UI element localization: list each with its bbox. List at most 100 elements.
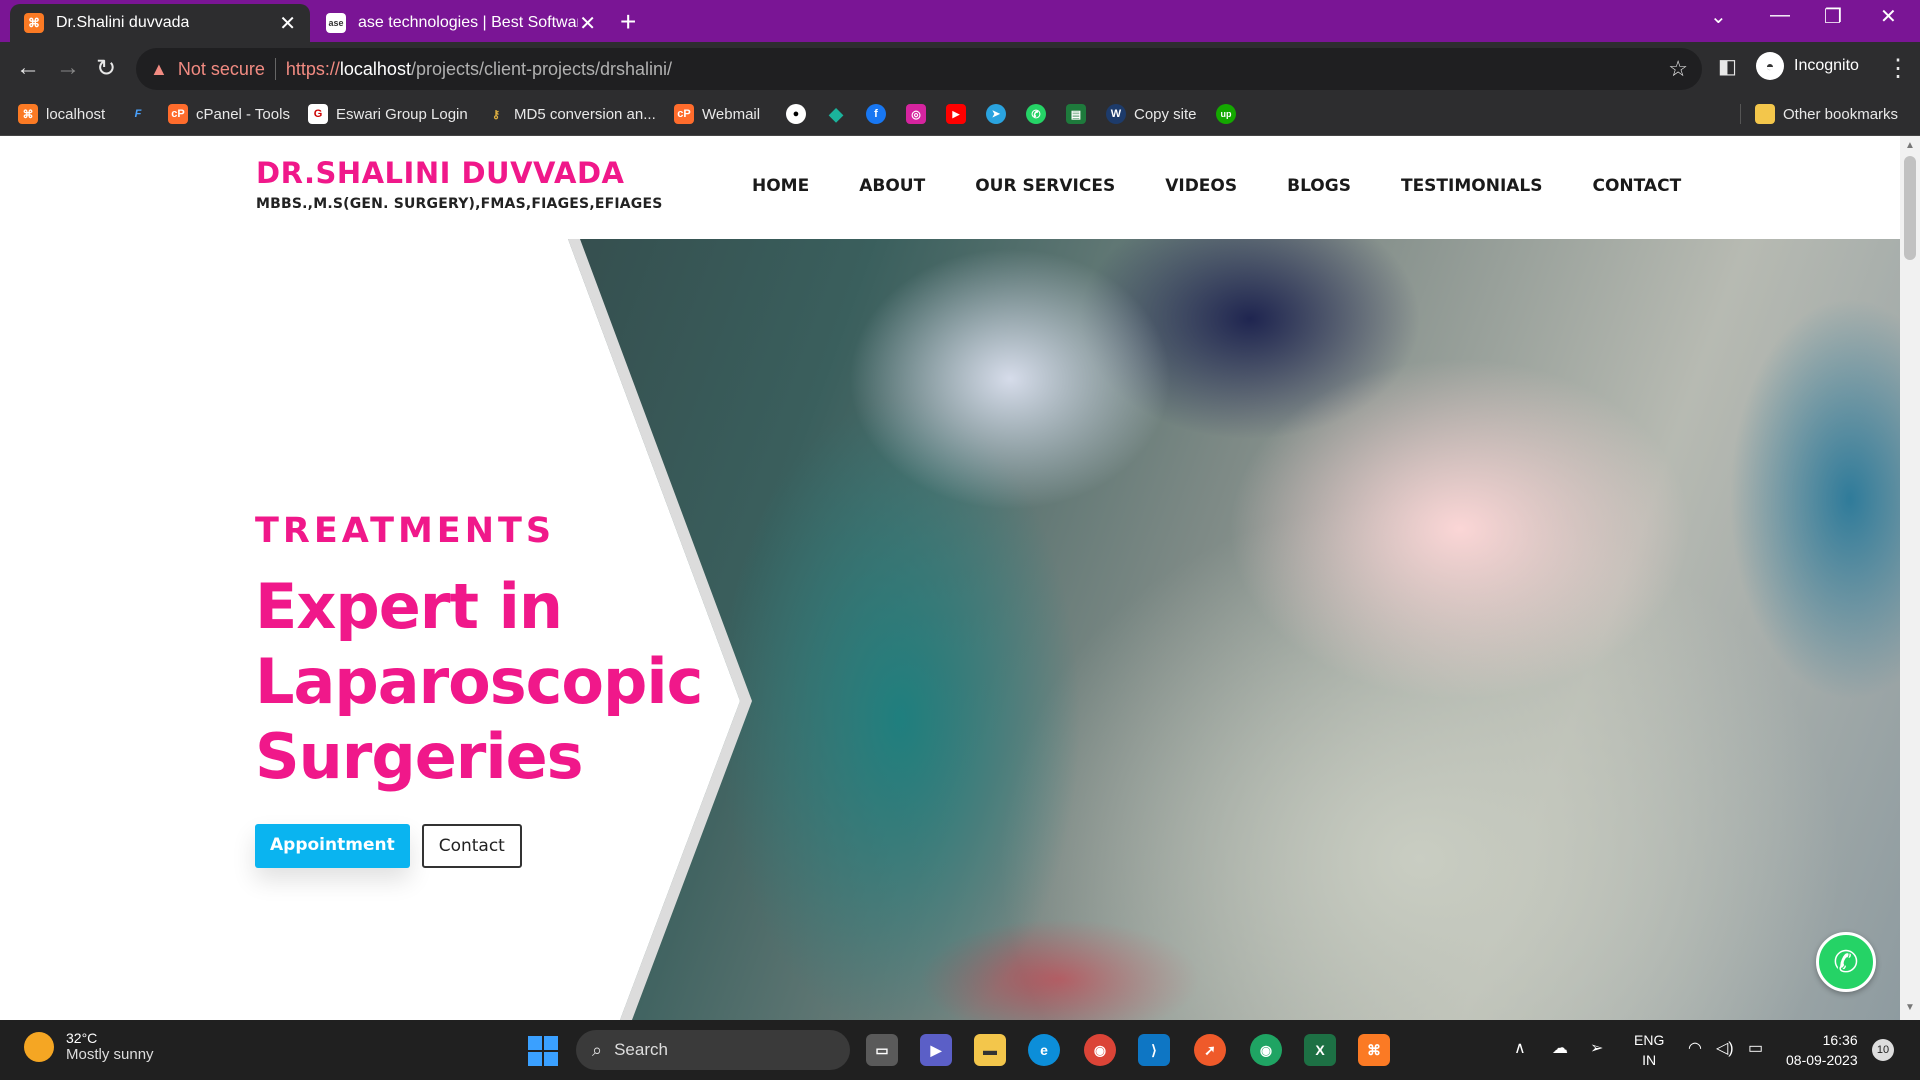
security-label[interactable]: Not secure [178,59,265,80]
nav-contact[interactable]: CONTACT [1593,176,1682,196]
cpanel-icon: cP [168,104,188,124]
nav-home[interactable]: HOME [752,176,809,196]
search-label: Search [614,1040,668,1059]
reload-icon[interactable]: ↻ [96,54,116,83]
task-view-icon[interactable]: ▭ [866,1034,898,1066]
bookmark-label: MD5 conversion an... [514,105,656,123]
tab-strip: ⌘ Dr.Shalini duvvada ✕ ase ase technolog… [0,0,1920,42]
whatsapp-chat-button[interactable]: ✆ [1816,932,1876,992]
menu-icon[interactable]: ⋮ [1886,54,1910,83]
bookmark-sheet[interactable]: ▤ [1066,104,1094,124]
tab-dr-shalini[interactable]: ⌘ Dr.Shalini duvvada ✕ [10,4,310,42]
bookmark-telegram[interactable]: ➤ [986,104,1014,124]
bookmark-facebook[interactable]: f [866,104,894,124]
taskbar-search[interactable]: ⌕ Search [576,1030,850,1070]
edge-icon[interactable]: e [1028,1034,1060,1066]
bookmark-label: Copy site [1134,105,1197,123]
instagram-icon: ◎ [906,104,926,124]
xampp-icon[interactable]: ⌘ [1358,1034,1390,1066]
scroll-thumb[interactable] [1904,156,1916,260]
new-tab-button[interactable]: + [620,6,636,38]
bookmark-copy-site[interactable]: W Copy site [1106,104,1197,124]
page-scrollbar[interactable]: ▲ ▼ [1900,136,1920,1020]
f-icon: F [134,108,142,120]
nav-our-services[interactable]: OUR SERVICES [975,176,1115,196]
nav-about[interactable]: ABOUT [859,176,925,196]
bookmark-youtube[interactable]: ▶ [946,104,974,124]
system-clock[interactable]: 16:36 08-09-2023 [1786,1030,1858,1070]
teams-icon[interactable]: ▶ [920,1034,952,1066]
nav-videos[interactable]: VIDEOS [1165,176,1237,196]
file-explorer-icon[interactable]: ▬ [974,1034,1006,1066]
upwork-icon: up [1216,104,1236,124]
bookmark-star-icon[interactable]: ☆ [1668,56,1688,82]
site-logo[interactable]: DR.SHALINI DUVVADA MBBS.,M.S(GEN. SURGER… [256,156,663,212]
close-tab-icon[interactable]: ✕ [579,11,596,36]
page-viewport: DR.SHALINI DUVVADA MBBS.,M.S(GEN. SURGER… [0,136,1900,1020]
incognito-profile[interactable]: ◓ Incognito [1756,52,1859,80]
bookmark-instagram[interactable]: ◎ [906,104,934,124]
weather-widget[interactable]: 32°C Mostly sunny [24,1030,154,1063]
restore-icon[interactable]: ❐ [1824,4,1842,29]
sheet-icon: ▤ [1066,104,1086,124]
headline-line: Surgeries [255,720,584,793]
tab-search-icon[interactable]: ⌄ [1710,4,1727,29]
contact-button[interactable]: Contact [421,824,522,868]
headline-line: Laparoscopic [255,645,703,718]
bookmark-cpanel[interactable]: cP cPanel - Tools [168,104,290,124]
brand-credentials: MBBS.,M.S(GEN. SURGERY),FMAS,FIAGES,EFIA… [256,196,663,212]
onedrive-icon[interactable]: ☁ [1552,1038,1568,1058]
nav-blogs[interactable]: BLOGS [1287,176,1351,196]
location-icon[interactable]: ➢ [1590,1038,1603,1058]
xampp-icon: ⌘ [18,104,38,124]
bookmark-eswari[interactable]: G Eswari Group Login [308,104,468,124]
bookmark-diamond[interactable]: ◆ [826,104,854,124]
wifi-icon[interactable]: ◠ [1688,1038,1702,1058]
other-bookmarks[interactable]: Other bookmarks [1740,104,1898,124]
close-tab-icon[interactable]: ✕ [279,11,296,36]
w-icon: W [1106,104,1126,124]
bookmark-md5[interactable]: ⚷ MD5 conversion an... [486,104,656,124]
url-host: localhost [339,58,411,79]
whatsapp-icon: ✆ [1026,104,1046,124]
forward-icon[interactable]: → [56,54,80,82]
bookmark-f[interactable]: F [128,104,156,124]
bookmark-webmail[interactable]: cP Webmail [674,104,760,124]
show-hidden-icons[interactable]: ∧ [1514,1038,1526,1058]
vscode-icon[interactable]: ⟩ [1138,1034,1170,1066]
bookmark-localhost[interactable]: ⌘ localhost [18,104,105,124]
clock-time: 16:36 [1822,1032,1858,1048]
bookmark-whatsapp[interactable]: ✆ [1026,104,1054,124]
close-window-icon[interactable]: ✕ [1880,4,1897,29]
chrome-profile-icon[interactable]: ◉ [1250,1034,1282,1066]
nav-testimonials[interactable]: TESTIMONIALS [1401,176,1543,196]
bookmark-upwork[interactable]: up [1216,104,1244,124]
bookmark-github[interactable]: ● [786,104,814,124]
address-bar[interactable]: ▲ Not secure https:// localhost /project… [136,48,1702,90]
back-icon[interactable]: ← [16,54,40,82]
chrome-icon[interactable]: ◉ [1084,1034,1116,1066]
hero-eyebrow: TREATMENTS [255,511,556,551]
hero-content: TREATMENTS Expert in Laparoscopic Surger… [255,511,703,868]
tab-ase-technologies[interactable]: ase ase technologies | Best Software ✕ [312,4,610,42]
other-bookmarks-label: Other bookmarks [1783,105,1899,123]
side-panel-icon[interactable]: ◧ [1718,54,1737,79]
folder-icon [1755,104,1775,124]
postman-icon[interactable]: ➚ [1194,1034,1226,1066]
profile-label: Incognito [1794,57,1859,74]
site-header: DR.SHALINI DUVVADA MBBS.,M.S(GEN. SURGER… [0,136,1900,239]
excel-icon[interactable]: X [1304,1034,1336,1066]
windows-start-icon[interactable] [528,1036,558,1066]
scroll-down-icon[interactable]: ▼ [1905,1002,1915,1013]
language-indicator[interactable]: ENG IN [1634,1030,1664,1070]
hero-banner: TREATMENTS Expert in Laparoscopic Surger… [0,239,1900,1020]
bookmark-label: cPanel - Tools [196,105,290,123]
xampp-icon: ⌘ [24,13,44,33]
battery-icon[interactable]: ▭ [1748,1038,1763,1058]
appointment-button[interactable]: Appointment [255,824,410,868]
minimize-icon[interactable]: — [1770,4,1790,27]
search-icon: ⌕ [592,1039,603,1060]
scroll-up-icon[interactable]: ▲ [1905,140,1915,151]
volume-icon[interactable]: ◁) [1716,1038,1734,1058]
notification-badge[interactable]: 10 [1872,1039,1894,1061]
